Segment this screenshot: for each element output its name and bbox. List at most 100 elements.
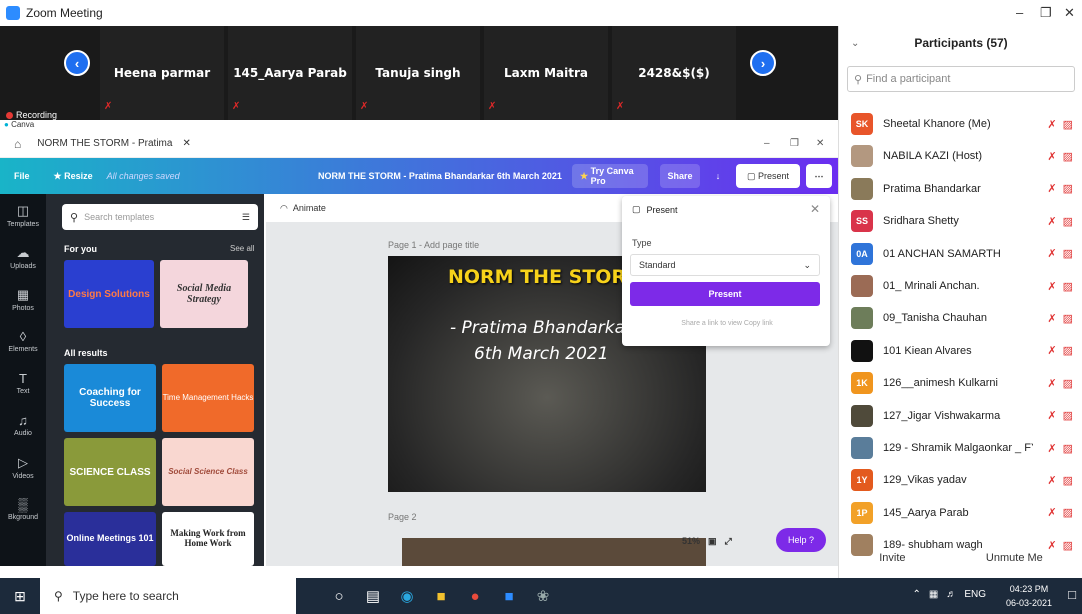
template-card[interactable]: Design Solutions: [64, 260, 154, 328]
fullscreen-icon[interactable]: ⤢: [725, 536, 732, 547]
template-search-input[interactable]: ⚲ Search templates ☰: [62, 204, 258, 230]
find-participant-input[interactable]: ⚲ Find a participant: [847, 66, 1075, 92]
video-off-icon: ▨: [1062, 150, 1073, 163]
minimize-icon[interactable]: –: [1016, 5, 1023, 20]
muted-mic-icon: ✗: [1047, 377, 1057, 390]
participant-row[interactable]: SK Sheetal Khanore (Me) ✗ ▨: [839, 108, 1082, 140]
participant-status-icons: ✗ ▨: [1047, 344, 1073, 357]
zoom-app-icon[interactable]: ■: [492, 578, 526, 614]
canva-maximize-icon[interactable]: ❐: [790, 138, 799, 149]
next-page-arrow-icon[interactable]: ›: [750, 50, 776, 76]
nav-templates[interactable]: ◫ Templates: [0, 194, 46, 236]
participant-row[interactable]: NABILA KAZI (Host) ✗ ▨: [839, 140, 1082, 172]
system-clock[interactable]: 04:23 PM 06-03-2021: [1006, 582, 1052, 610]
maximize-icon[interactable]: ❐: [1040, 5, 1052, 21]
canva-close-icon[interactable]: ✕: [816, 138, 824, 149]
nav-background[interactable]: ▒ Bkground: [0, 488, 46, 530]
nav-audio[interactable]: ♫ Audio: [0, 404, 46, 446]
invite-button[interactable]: Invite: [879, 552, 905, 564]
cortana-icon[interactable]: ○: [322, 578, 356, 614]
nav-photos[interactable]: ▦ Photos: [0, 278, 46, 320]
share-button[interactable]: Share: [660, 164, 700, 188]
nav-uploads[interactable]: ☁ Uploads: [0, 236, 46, 278]
participant-name: 01_ Mrinali Anchan.: [883, 280, 980, 292]
windows-start-icon[interactable]: ⊞: [0, 578, 40, 614]
templates-panel: ⚲ Search templates ☰ For you See all Des…: [46, 194, 264, 566]
card-title: Making Work from Home Work: [170, 528, 246, 548]
tray-expand-icon[interactable]: ⌃: [912, 589, 920, 600]
video-off-icon: ▨: [1062, 118, 1073, 131]
participant-row[interactable]: 01_ Mrinali Anchan. ✗ ▨: [839, 270, 1082, 302]
participant-row[interactable]: 0A 01 ANCHAN SAMARTH ✗ ▨: [839, 238, 1082, 270]
volume-icon[interactable]: ♬: [946, 589, 956, 600]
paint-app-icon[interactable]: ❀: [526, 578, 560, 614]
template-card[interactable]: Making Work from Home Work: [162, 512, 254, 566]
template-card[interactable]: Coaching for Success: [64, 364, 156, 432]
edge-browser-icon[interactable]: ◉: [390, 578, 424, 614]
nav-label: Audio: [14, 430, 32, 437]
chrome-icon[interactable]: ●: [458, 578, 492, 614]
slide-title: NORM THE STORM: [448, 266, 645, 288]
template-card[interactable]: Time Management Hacks: [162, 364, 254, 432]
language-indicator[interactable]: ENG: [964, 589, 986, 600]
video-tile[interactable]: 2428&$($) ✗: [612, 26, 736, 120]
video-tile[interactable]: Laxm Maitra ✗: [484, 26, 608, 120]
template-card[interactable]: Social Science Class: [162, 438, 254, 506]
nav-videos[interactable]: ▷ Videos: [0, 446, 46, 488]
participant-row[interactable]: 1P 145_Aarya Parab ✗ ▨: [839, 497, 1082, 529]
video-tile[interactable]: Tanuja singh ✗: [356, 26, 480, 120]
slide-page-2[interactable]: [402, 538, 706, 566]
see-all-link[interactable]: See all: [230, 244, 254, 253]
canva-minimize-icon[interactable]: –: [764, 138, 770, 149]
participant-status-icons: ✗ ▨: [1047, 280, 1073, 293]
resize-menu[interactable]: ★ Resize: [54, 171, 93, 182]
template-card[interactable]: Online Meetings 101: [64, 512, 156, 566]
close-popup-icon[interactable]: ✕: [810, 202, 820, 216]
nav-elements[interactable]: ◊ Elements: [0, 320, 46, 362]
zoom-level[interactable]: 51%: [682, 536, 700, 546]
page-grid-icon[interactable]: ▣: [708, 536, 717, 547]
participant-name: Sridhara Shetty: [883, 215, 959, 228]
home-icon[interactable]: ⌂: [14, 137, 21, 151]
video-tile[interactable]: Heena parmar ✗: [100, 26, 224, 120]
file-explorer-icon[interactable]: ■: [424, 578, 458, 614]
document-title[interactable]: NORM THE STORM - Pratima Bhandarkar 6th …: [318, 171, 562, 181]
present-button[interactable]: ▢ Present: [736, 164, 800, 188]
participant-row[interactable]: 101 Kiean Alvares ✗ ▨: [839, 335, 1082, 367]
page-1-label[interactable]: Page 1 - Add page title: [388, 240, 479, 250]
participant-row[interactable]: 1Y 129_Vikas yadav ✗ ▨: [839, 464, 1082, 496]
participant-row[interactable]: 129 - Shramik Malgaonkar _ FY... ✗ ▨: [839, 432, 1082, 464]
animate-button[interactable]: Animate: [293, 203, 326, 213]
unmute-me-button[interactable]: Unmute Me: [986, 552, 1043, 564]
try-canva-pro-button[interactable]: ★ Try Canva Pro: [572, 164, 648, 188]
notification-icon[interactable]: □: [1068, 587, 1076, 602]
nav-text[interactable]: T Text: [0, 362, 46, 404]
participant-row[interactable]: 09_Tanisha Chauhan ✗ ▨: [839, 302, 1082, 334]
participant-row[interactable]: Pratima Bhandarkar ✗ ▨: [839, 173, 1082, 205]
filter-icon[interactable]: ☰: [242, 212, 250, 223]
clock-time: 04:23 PM: [1009, 584, 1049, 594]
tab-close-icon[interactable]: ✕: [182, 138, 190, 149]
template-card[interactable]: SCIENCE CLASS: [64, 438, 156, 506]
type-select[interactable]: Standard ⌄: [630, 254, 820, 276]
prev-page-arrow-icon[interactable]: ‹: [64, 50, 90, 76]
video-tile[interactable]: 145_Aarya Parab ✗: [228, 26, 352, 120]
participant-status-icons: ✗ ▨: [1047, 506, 1073, 519]
file-menu[interactable]: File: [14, 171, 30, 181]
task-view-icon[interactable]: ▤: [356, 578, 390, 614]
template-card[interactable]: Social Media Strategy: [160, 260, 248, 328]
participant-row[interactable]: 127_Jigar Vishwakarma ✗ ▨: [839, 400, 1082, 432]
download-icon[interactable]: ↓: [706, 164, 730, 188]
more-options-icon[interactable]: ⋯: [806, 164, 832, 188]
network-icon[interactable]: ▦: [929, 589, 938, 600]
help-button[interactable]: Help ?: [776, 528, 826, 552]
share-link-text[interactable]: Share a link to view Copy link: [632, 320, 822, 327]
participant-row[interactable]: SS Sridhara Shetty ✗ ▨: [839, 205, 1082, 237]
participant-row[interactable]: 1K 126__animesh Kulkarni ✗ ▨: [839, 367, 1082, 399]
browser-tab[interactable]: NORM THE STORM - Pratima ✕: [37, 138, 191, 149]
muted-mic-icon: ✗: [1047, 410, 1057, 423]
taskbar-search[interactable]: ⚲ Type here to search: [40, 578, 296, 614]
animate-icon[interactable]: ◠: [280, 203, 288, 214]
present-confirm-button[interactable]: Present: [630, 282, 820, 306]
close-icon[interactable]: ✕: [1064, 5, 1075, 21]
